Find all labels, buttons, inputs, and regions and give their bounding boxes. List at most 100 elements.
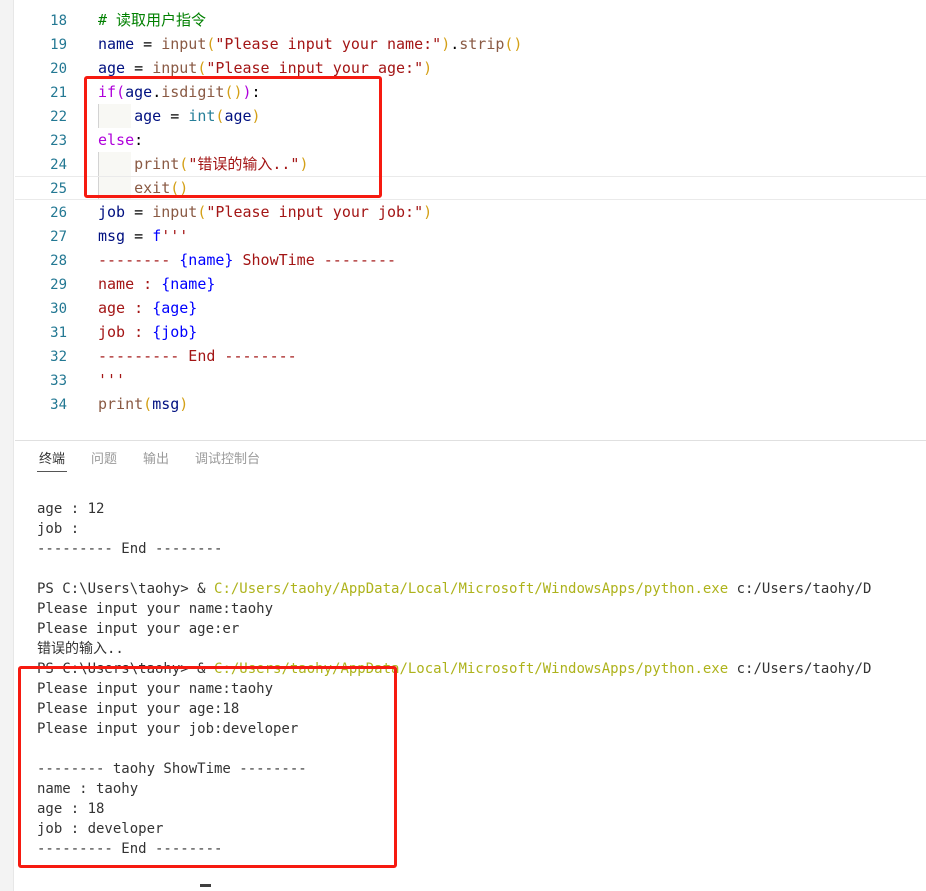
code-token: {name} [161,275,216,293]
terminal-cursor [200,884,211,887]
code-text: if(age.isdigit()): [67,80,261,104]
line-number: 19 [50,37,67,53]
code-token: = [161,107,189,125]
terminal-output[interactable]: age : 12 job : --------- End -------- PS … [15,499,926,891]
panel-tab-problems[interactable]: 问题 [89,446,119,471]
line-number: 20 [50,61,67,77]
terminal-text-segment: age : 12 [37,501,105,517]
code-token: ) [251,107,261,125]
code-text: name = input("Please input your name:").… [67,32,522,56]
code-line[interactable]: 26 job = input("Please input your job:") [15,200,926,224]
code-token: exit [134,179,171,197]
code-line[interactable]: 29 name : {name} [15,272,926,296]
line-number: 30 [50,301,67,317]
code-token: msg [98,227,126,245]
code-token: job : [98,323,153,341]
indent-background [99,152,131,176]
terminal-text-segment: 错误的输入.. [37,641,124,657]
code-token: : [251,83,261,101]
code-token: () [504,35,523,53]
terminal-line: Please input your age:18 [37,699,926,719]
panel-tab-output[interactable]: 输出 [141,446,171,471]
code-text: ''' [67,368,125,392]
code-token: input [152,59,198,77]
code-text: else: [67,128,143,152]
terminal-text-segment: age : 18 [37,801,105,817]
terminal-line: job : [37,519,926,539]
code-token: . [152,83,162,101]
code-token: else [98,131,135,149]
code-token: "Please input your name:" [215,35,442,53]
code-line[interactable]: 21 if(age.isdigit()): [15,80,926,104]
code-token: = [125,59,153,77]
code-editor[interactable]: 1718# 读取用户指令19name = input("Please input… [15,0,926,440]
terminal-line: Please input your job:developer [37,719,926,739]
code-text: age = int(age) [67,104,261,128]
code-token: = [125,227,153,245]
code-token: -------- [98,251,180,269]
code-line[interactable]: 30 age : {age} [15,296,926,320]
code-token: ''' [98,371,126,389]
line-number: 18 [50,13,67,29]
code-text: -------- {name} ShowTime -------- [67,248,396,272]
terminal-text-segment: PS C:\Users\taohy> & [37,581,215,597]
terminal-text-segment: --------- End -------- [37,841,223,857]
line-number: 27 [50,229,67,245]
terminal-text-segment: --------- End -------- [37,541,223,557]
terminal-line: age : 18 [37,799,926,819]
panel-tab-debug-console[interactable]: 调试控制台 [193,446,262,471]
terminal-line [37,739,926,759]
code-token: ShowTime -------- [233,251,397,269]
code-token: ( [179,155,189,173]
terminal-text-segment: name : taohy [37,781,139,797]
code-line[interactable]: 27 msg = f''' [15,224,926,248]
code-token: ( [143,395,153,413]
indent-background [99,177,131,199]
code-text: # 读取用户指令 [67,8,206,32]
code-token: input [161,35,207,53]
code-text: msg = f''' [67,224,188,248]
terminal-text-segment: C:/Users/taohy/AppData/Local/Microsoft/W… [214,661,729,677]
code-token: {job} [152,323,198,341]
code-text: --------- End -------- [67,344,297,368]
code-line[interactable]: 33 ''' [15,368,926,392]
code-token: ) [423,203,433,221]
code-line[interactable]: 19 name = input("Please input your name:"… [15,32,926,56]
code-token: --------- End -------- [98,347,297,365]
terminal-text-segment: c:/Users/taohy/D [728,661,872,677]
panel-tab-terminal[interactable]: 终端 [37,446,68,472]
code-line[interactable]: 24 print("错误的输入..") [15,152,926,176]
terminal-text-segment: job : developer [37,821,164,837]
terminal-text-segment: Please input your age:18 [37,701,240,717]
code-line[interactable]: 31 job : {job} [15,320,926,344]
code-line[interactable]: 32 --------- End -------- [15,344,926,368]
terminal-line: name : taohy [37,779,926,799]
code-line[interactable]: 23 else: [15,128,926,152]
code-token: f [152,227,162,245]
code-line[interactable]: 34 print(msg) [15,392,926,416]
code-token: = [125,203,153,221]
terminal-line: 错误的输入.. [37,639,926,659]
code-line[interactable]: 28 -------- {name} ShowTime -------- [15,248,926,272]
terminal-text-segment: Please input your name:taohy [37,681,274,697]
code-token: age [125,83,153,101]
code-token: age : [98,299,153,317]
code-token: ) [179,395,189,413]
code-line[interactable]: 20 age = input("Please input your age:") [15,56,926,80]
code-token: if [98,83,117,101]
code-line[interactable]: 22 age = int(age) [15,104,926,128]
terminal-line: PS C:\Users\taohy> & C:/Users/taohy/AppD… [37,579,926,599]
terminal-line: age : 12 [37,499,926,519]
line-number: 21 [50,85,67,101]
code-token: print [98,395,144,413]
terminal-text-segment: -------- taohy ShowTime -------- [37,761,307,777]
terminal-line: --------- End -------- [37,839,926,859]
code-line[interactable]: 18 # 读取用户指令 [15,8,926,32]
bottom-panel: 终端 问题 输出 调试控制台 age : 12 job : --------- End … [15,441,926,891]
line-number: 34 [50,397,67,413]
line-number: 33 [50,373,67,389]
code-line[interactable]: 25 exit() [15,176,926,200]
code-token: msg [152,395,180,413]
panel-tab-bar: 终端 问题 输出 调试控制台 [15,441,262,476]
